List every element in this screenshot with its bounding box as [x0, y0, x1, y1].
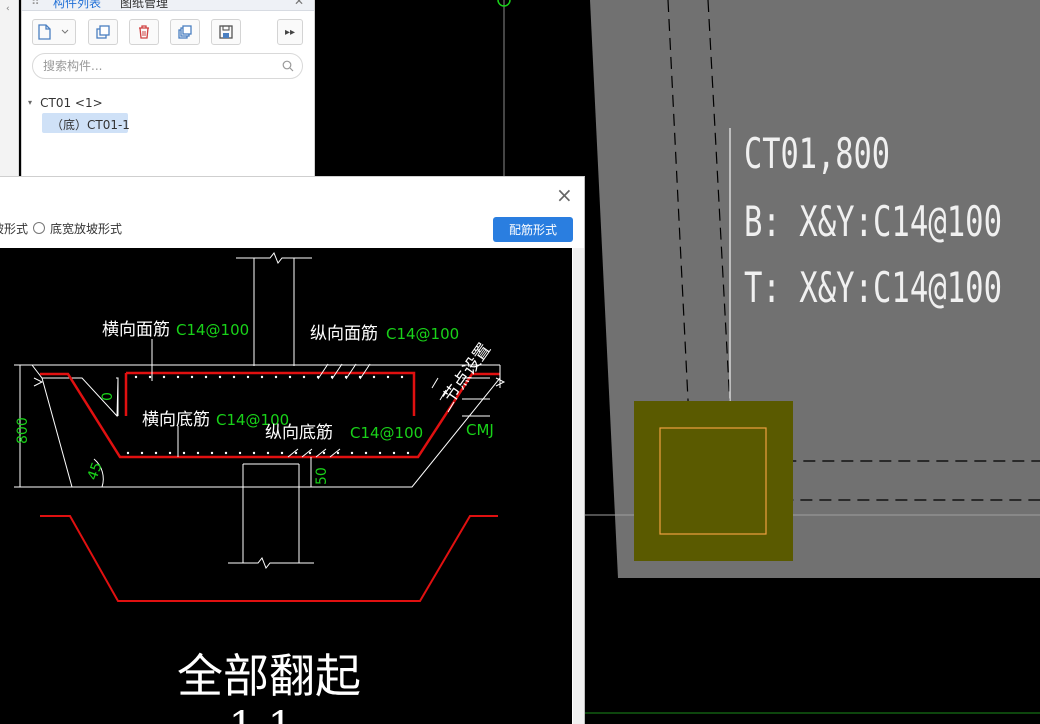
dim-0: 0	[100, 392, 116, 401]
rebar-dot	[148, 375, 152, 379]
save-icon	[219, 25, 233, 39]
rebar-config-button[interactable]: 配筋形式	[493, 217, 573, 242]
label-bottom-longitudinal: 纵向底筋	[265, 423, 333, 443]
rebar-form-dialog: × 坡形式 底宽放坡形式 配筋形式	[0, 176, 585, 724]
panel-close-icon[interactable]: ✕	[294, 0, 304, 8]
rebar-dot	[204, 375, 208, 379]
rebar-dot	[294, 451, 298, 455]
double-chevron-right-icon: ▸▸	[284, 26, 296, 38]
new-component-button[interactable]	[32, 19, 76, 45]
tab-component-list[interactable]: 构件列表	[53, 0, 101, 10]
section-label: 1-1	[229, 704, 293, 724]
delete-component-button[interactable]	[129, 19, 159, 45]
label-cmj: CMJ	[466, 421, 494, 439]
search-icon[interactable]	[282, 60, 294, 72]
copy-to-floor-button[interactable]	[170, 19, 200, 45]
rebar-dot	[196, 451, 200, 455]
rebar-dot	[364, 451, 368, 455]
left-side-strip: ‹	[0, 0, 19, 180]
rebar-dot	[260, 375, 264, 379]
new-file-icon	[38, 24, 69, 40]
tree-expand-icon[interactable]: ▾	[28, 98, 32, 107]
rebar-dot	[162, 375, 166, 379]
rebar-dot	[218, 375, 222, 379]
tree-parent-label: CT01 <1>	[40, 96, 103, 110]
rebar-dot	[400, 375, 404, 379]
tree-item-selected[interactable]: （底）CT01-1	[42, 113, 130, 133]
drag-handle-icon[interactable]: ⠿	[31, 0, 40, 8]
rebar-dot	[302, 375, 306, 379]
caption-all-bent-up: 全部翻起	[177, 649, 361, 703]
rebar-dot	[176, 375, 180, 379]
rebar-dot	[134, 375, 138, 379]
tab-drawing-management[interactable]: 图纸管理	[120, 0, 168, 10]
value-top-transverse: C14@100	[176, 321, 249, 339]
rebar-dot	[336, 451, 340, 455]
rebar-dot	[224, 451, 228, 455]
tree-parent-row[interactable]: ▾ CT01 <1>	[28, 92, 103, 111]
rebar-dot	[246, 375, 250, 379]
rebar-dot	[126, 451, 130, 455]
dim-800: 800	[15, 417, 31, 444]
panel-tab-bar: ⠿ 构件列表 图纸管理 ✕	[22, 0, 314, 11]
more-tools-button[interactable]: ▸▸	[277, 19, 303, 45]
collapse-arrow-icon[interactable]: ‹	[6, 4, 10, 14]
rebar-dot	[308, 451, 312, 455]
rebar-dot	[378, 451, 382, 455]
label-top-longitudinal: 纵向面筋	[310, 324, 378, 344]
rebar-dot	[168, 451, 172, 455]
value-bottom-longitudinal: C14@100	[350, 424, 423, 442]
component-list-panel: ⠿ 构件列表 图纸管理 ✕ ▸▸ 搜索构件... ▾ CT01 <1> （底）C…	[21, 0, 315, 176]
rebar-dot	[190, 375, 194, 379]
copy-component-button[interactable]	[88, 19, 118, 45]
dim-50: 50	[314, 467, 330, 485]
rebar-dot	[266, 451, 270, 455]
rebar-dot	[238, 451, 242, 455]
rebar-dot	[392, 451, 396, 455]
cad-text-line2: B: X&Y:C14@100	[744, 197, 1002, 246]
dialog-close-icon[interactable]: ×	[556, 185, 573, 205]
radio-bottom-width[interactable]	[33, 222, 45, 234]
rebar-dot	[350, 451, 354, 455]
section-diagram: 横向面筋 C14@100 纵向面筋 C14@100 横向底筋 C14@100 纵…	[0, 248, 572, 724]
label-bottom-transverse: 横向底筋	[142, 410, 210, 430]
radio-option-slope[interactable]: 坡形式	[0, 221, 29, 236]
search-input[interactable]	[43, 58, 273, 74]
duplicate-icon	[178, 25, 192, 39]
rebar-dot	[140, 451, 144, 455]
cad-text-line3: T: X&Y:C14@100	[744, 263, 1002, 312]
rebar-dot	[252, 451, 256, 455]
tree-item-label: （底）CT01-1	[51, 118, 130, 132]
radio-option-bottom-width[interactable]: 底宽放坡形式	[33, 221, 123, 236]
rebar-dot	[274, 375, 278, 379]
label-top-transverse: 横向面筋	[102, 320, 170, 340]
rebar-dot	[232, 375, 236, 379]
rebar-dot	[182, 451, 186, 455]
copy-icon	[96, 25, 110, 39]
rebar-dot	[288, 375, 292, 379]
save-component-button[interactable]	[211, 19, 241, 45]
search-box	[32, 53, 303, 79]
rebar-dot	[386, 375, 390, 379]
value-top-longitudinal: C14@100	[386, 325, 459, 343]
radio-slope-label: 坡形式	[0, 221, 29, 236]
column-highlight	[634, 401, 793, 561]
rebar-dot	[406, 451, 410, 455]
radio-bottom-width-label: 底宽放坡形式	[50, 221, 123, 236]
rebar-dot	[322, 451, 326, 455]
rebar-dot	[280, 451, 284, 455]
rebar-dot	[210, 451, 214, 455]
rebar-dot	[154, 451, 158, 455]
rebar-dot	[372, 375, 376, 379]
diagram-scrollbar[interactable]	[573, 248, 584, 724]
cad-text-line1: CT01,800	[744, 129, 890, 178]
trash-icon	[139, 25, 149, 39]
